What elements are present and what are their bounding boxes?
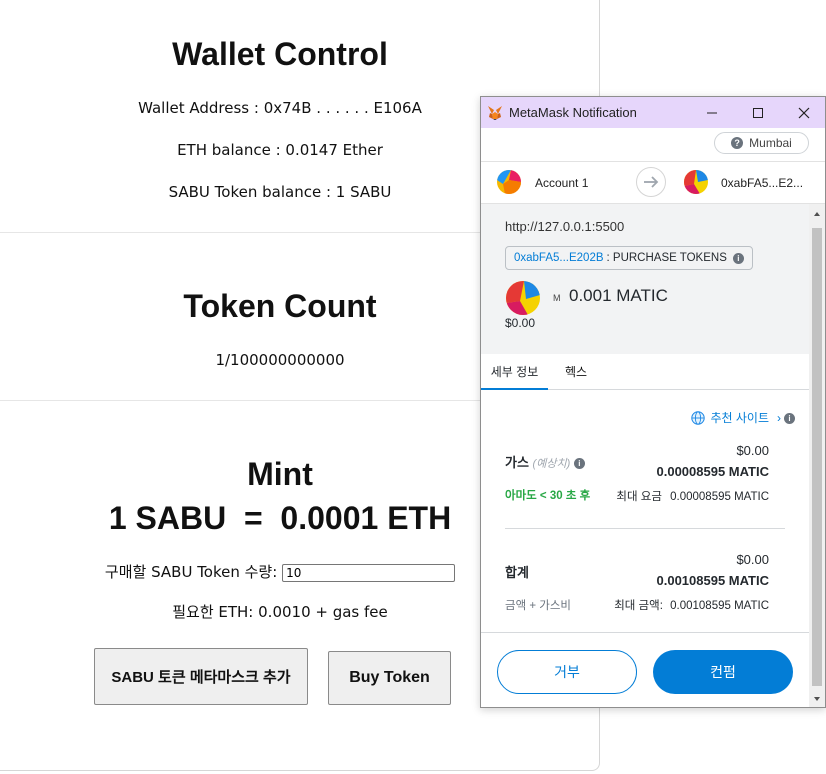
eth-balance: ETH balance : 0.0147 Ether <box>177 141 383 159</box>
add-token-to-metamask-button[interactable]: SABU 토큰 메타마스크 추가 <box>94 648 308 705</box>
quantity-row: 구매할 SABU Token 수량: <box>0 561 560 582</box>
scrollbar-thumb[interactable] <box>812 228 822 686</box>
gas-section: 추천 사이트 › i $0.00 가스 (예상치) i 0.00008595 M… <box>481 409 811 529</box>
detail-divider <box>505 528 785 529</box>
network-bar: ? Mumbai <box>481 128 825 162</box>
arrow-right-icon <box>644 176 659 188</box>
quantity-input[interactable] <box>282 563 456 582</box>
maximize-icon <box>753 107 763 118</box>
question-icon: ? <box>731 137 744 149</box>
recommended-site: 추천 사이트 <box>710 411 769 425</box>
gas-label: 가스 <box>505 455 529 470</box>
wallet-control-section: Wallet Control <box>0 36 599 73</box>
wallet-control-title: Wallet Control <box>172 36 388 72</box>
contract-method-pill: 0xabFA5...E202B : PURCHASE TOKENS i <box>505 246 753 270</box>
method-name: : PURCHASE TOKENS <box>606 252 727 264</box>
account-bar: Account 1 0xabFA5...E2... <box>481 162 825 204</box>
wallet-address: Wallet Address : 0x74B . . . . . . E106A <box>138 99 422 117</box>
maximize-button[interactable] <box>735 97 781 128</box>
globe-icon <box>691 410 706 425</box>
mint-rate: 1 SABU = 0.0001 ETH <box>108 500 452 536</box>
scrollbar[interactable] <box>809 204 825 707</box>
mint-title: Mint <box>247 456 313 492</box>
amount-fiat: $0.00 <box>505 316 536 330</box>
metamask-fox-icon <box>488 105 502 120</box>
tab-hex[interactable]: 헥스 <box>565 355 587 388</box>
chevron-right-icon: › <box>777 410 781 425</box>
arrow-circle <box>636 167 666 197</box>
total-max-value: 0.00108595 MATIC <box>670 600 769 612</box>
account-avatar <box>497 170 521 194</box>
gas-label-row: 가스 (예상치) i <box>505 452 585 471</box>
minimize-button[interactable] <box>689 97 735 128</box>
action-footer: 거부 컨펌 <box>481 632 811 707</box>
tab-bar: 세부 정보 헥스 <box>481 355 811 390</box>
contract-address-link[interactable]: 0xabFA5...E202B <box>514 252 604 264</box>
close-button[interactable] <box>781 97 825 128</box>
buy-token-button[interactable]: Buy Token <box>328 651 451 705</box>
gas-max-label: 최대 요금 <box>616 491 662 503</box>
window-title: MetaMask Notification <box>509 105 637 120</box>
total-sub-label: 금액 + 가스비 <box>505 600 572 612</box>
token-count-value: 1/100000000000 <box>215 351 345 369</box>
token-count-title: Token Count <box>183 288 377 324</box>
total-matic: 0.00108595 MATIC <box>656 573 770 588</box>
gas-matic: 0.00008595 MATIC <box>656 464 770 479</box>
quantity-label: 구매할 SABU Token 수량: <box>104 563 278 581</box>
recommended-site-row[interactable]: 추천 사이트 › <box>691 409 781 426</box>
gas-fiat: $0.00 <box>736 443 769 458</box>
tab-details[interactable]: 세부 정보 <box>481 355 548 390</box>
total-max-row: 최대 금액: 0.00108595 MATIC <box>614 597 769 613</box>
metamask-notification-window: MetaMask Notification ? Mumbai Account 1 <box>480 96 826 708</box>
network-name: Mumbai <box>749 136 792 150</box>
scroll-down-icon[interactable] <box>809 693 825 705</box>
currency-prefix: M <box>553 293 561 303</box>
reject-button[interactable]: 거부 <box>497 650 637 694</box>
info-icon[interactable]: i <box>573 458 585 470</box>
required-eth: 필요한 ETH: 0.0010 + gas fee <box>172 603 388 621</box>
total-max-label: 최대 금액: <box>614 600 663 612</box>
total-section: $0.00 합계 0.00108595 MATIC 금액 + 가스비 최대 금액… <box>481 552 811 622</box>
origin-url: http://127.0.0.1:5500 <box>505 219 625 234</box>
amount: 0.001 MATIC <box>569 286 668 305</box>
gas-max-row: 최대 요금 0.00008595 MATIC <box>616 488 769 504</box>
window-title-bar[interactable]: MetaMask Notification <box>481 97 825 128</box>
total-fiat: $0.00 <box>736 552 769 567</box>
info-icon[interactable]: i <box>784 413 795 424</box>
gas-time-estimate: 아마도 < 30 초 후 <box>505 490 591 502</box>
gas-max-value: 0.00008595 MATIC <box>670 491 769 503</box>
network-selector[interactable]: ? Mumbai <box>714 132 809 154</box>
transaction-summary: http://127.0.0.1:5500 0xabFA5...E202B : … <box>481 204 811 354</box>
minimize-icon <box>707 112 717 113</box>
recipient-avatar <box>684 170 708 194</box>
token-balance: SABU Token balance : 1 SABU <box>168 183 392 201</box>
info-icon[interactable]: i <box>732 252 744 264</box>
confirm-button[interactable]: 컨펌 <box>653 650 793 694</box>
gas-estimated: (예상치) <box>532 458 571 470</box>
recipient-address[interactable]: 0xabFA5...E2... <box>721 176 803 190</box>
scroll-up-icon[interactable] <box>809 208 825 220</box>
account-name: Account 1 <box>535 176 589 190</box>
total-label: 합계 <box>505 565 529 580</box>
close-icon <box>798 107 810 118</box>
token-avatar <box>506 281 540 315</box>
